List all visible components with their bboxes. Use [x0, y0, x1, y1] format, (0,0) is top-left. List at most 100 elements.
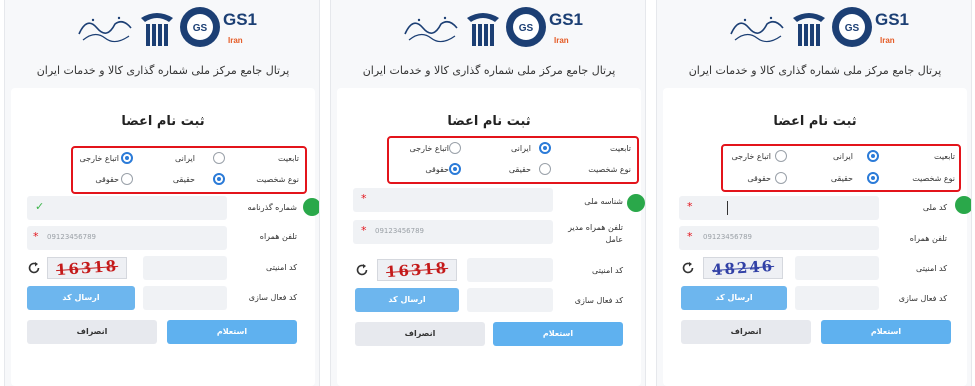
iran-text: Iran — [554, 36, 569, 45]
national-code-input[interactable]: * — [679, 196, 879, 220]
required-star: * — [361, 224, 367, 237]
mobile-placeholder: 09123456789 — [47, 233, 96, 241]
option-foreign-label: اتباع خارجی — [731, 152, 771, 161]
passport-number-input[interactable]: ✓ — [27, 196, 227, 220]
gs1-logo-icon: GS — [506, 7, 546, 47]
registration-panel-national: GS GS1 Iran پرتال جامع مرکز ملی شماره گذ… — [656, 0, 972, 386]
inquiry-button[interactable]: استعلام — [821, 320, 951, 344]
send-code-button[interactable]: ارسال کد — [27, 286, 135, 310]
captcha-image: 16318 — [47, 257, 127, 279]
calligraphy-logo — [404, 16, 458, 43]
refresh-icon[interactable] — [27, 261, 41, 275]
mobile-label: تلفن همراه — [909, 234, 947, 243]
activation-code-input[interactable] — [795, 286, 879, 310]
radio-real[interactable] — [867, 172, 879, 184]
radio-foreign[interactable] — [775, 150, 787, 162]
captcha-text: 48246 — [711, 257, 775, 279]
cancel-button[interactable]: انصراف — [355, 322, 485, 346]
form-title: ثبت نام اعضا — [121, 114, 205, 129]
option-foreign-label: اتباع خارجی — [409, 144, 449, 153]
national-id-input[interactable]: * — [353, 188, 553, 212]
radio-legal[interactable] — [121, 173, 133, 185]
registration-panel-passport: GS GS1 Iran پرتال جامع مرکز ملی شماره گذ… — [4, 0, 320, 386]
required-star: * — [361, 192, 367, 205]
gs1-logo-icon: GS — [180, 7, 220, 47]
svg-text:GS: GS — [193, 23, 208, 34]
step-marker — [627, 194, 645, 212]
radio-real[interactable] — [213, 173, 225, 185]
institute-emblem-icon — [793, 13, 825, 46]
svg-text:GS: GS — [519, 23, 534, 34]
inquiry-button[interactable]: استعلام — [167, 320, 297, 344]
radio-legal[interactable] — [775, 172, 787, 184]
activation-code-label: کد فعال سازی — [248, 293, 297, 302]
required-star: * — [687, 200, 693, 213]
calligraphy-logo — [730, 16, 784, 43]
captcha-text: 16318 — [385, 259, 449, 281]
option-real-label: حقیقی — [508, 165, 531, 174]
passport-number-label: شماره گذرنامه — [247, 203, 297, 212]
option-foreign-label: اتباع خارجی — [79, 154, 119, 163]
mobile-input[interactable]: * 09123456789 — [679, 226, 879, 250]
portal-title: پرتال جامع مرکز ملی شماره گذاری کالا و خ… — [362, 64, 616, 77]
radio-iranian[interactable] — [539, 142, 551, 154]
option-legal-label: حقوقی — [747, 174, 771, 183]
registration-panel-legal: GS GS1 Iran پرتال جامع مرکز ملی شماره گذ… — [330, 0, 646, 386]
option-real-label: حقیقی — [172, 175, 195, 184]
step-marker — [955, 196, 971, 214]
option-iranian-label: ایرانی — [511, 144, 531, 153]
captcha-label: کد امنیتی — [266, 263, 297, 272]
radio-legal[interactable] — [449, 163, 461, 175]
inquiry-button[interactable]: استعلام — [493, 322, 623, 346]
send-code-button[interactable]: ارسال کد — [681, 286, 787, 310]
radio-foreign[interactable] — [449, 142, 461, 154]
option-legal-label: حقوقی — [425, 165, 449, 174]
captcha-input[interactable] — [467, 258, 553, 282]
logo-row: GS GS1 Iran — [727, 6, 910, 52]
option-real-label: حقیقی — [830, 174, 853, 183]
radio-real[interactable] — [539, 163, 551, 175]
manager-mobile-label: تلفن همراه مدیر — [568, 223, 623, 232]
mobile-placeholder: 09123456789 — [703, 233, 752, 241]
required-star: * — [687, 230, 693, 243]
mobile-input[interactable]: * 09123456789 — [27, 226, 227, 250]
activation-code-input[interactable] — [143, 286, 227, 310]
iran-text: Iran — [880, 36, 895, 45]
cancel-button[interactable]: انصراف — [27, 320, 157, 344]
radio-iranian[interactable] — [213, 152, 225, 164]
person-type-label: نوع شخصیت — [256, 175, 299, 184]
captcha-image: 16318 — [377, 259, 457, 281]
person-type-label: نوع شخصیت — [912, 174, 955, 183]
mobile-label: تلفن همراه — [259, 232, 297, 241]
captcha-text: 16318 — [55, 257, 119, 279]
activation-code-input[interactable] — [467, 288, 553, 312]
captcha-input[interactable] — [795, 256, 879, 280]
activation-code-label: کد فعال سازی — [898, 294, 947, 303]
person-type-label: نوع شخصیت — [588, 165, 631, 174]
step-marker — [303, 198, 319, 216]
cancel-button[interactable]: انصراف — [681, 320, 811, 344]
captcha-input[interactable] — [143, 256, 227, 280]
gs1-text: GS1 — [549, 10, 584, 29]
portal-title: پرتال جامع مرکز ملی شماره گذاری کالا و خ… — [688, 64, 942, 77]
iran-text: Iran — [228, 36, 243, 45]
radio-iranian[interactable] — [867, 150, 879, 162]
refresh-icon[interactable] — [355, 263, 369, 277]
svg-text:GS: GS — [845, 23, 860, 34]
calligraphy-logo — [78, 16, 132, 43]
national-code-label: کد ملی — [922, 203, 947, 212]
registration-form-card: ثبت نام اعضا تابعیت نوع شخصیت ایرانی اتب… — [337, 88, 645, 386]
registration-form-card: ثبت نام اعضا تابعیت نوع شخصیت ایرانی اتب… — [11, 88, 319, 386]
manager-mobile-label-line2: عامل — [605, 235, 623, 244]
send-code-button[interactable]: ارسال کد — [355, 288, 459, 312]
option-legal-label: حقوقی — [95, 175, 119, 184]
refresh-icon[interactable] — [681, 261, 695, 275]
radio-foreign[interactable] — [121, 152, 133, 164]
institute-emblem-icon — [141, 13, 173, 46]
mobile-placeholder: 09123456789 — [375, 227, 424, 235]
form-title: ثبت نام اعضا — [447, 114, 531, 129]
nationality-label: تابعیت — [933, 152, 955, 161]
manager-mobile-input[interactable]: * 09123456789 — [353, 220, 553, 244]
gs1-text: GS1 — [875, 10, 910, 29]
captcha-label: کد امنیتی — [592, 266, 623, 275]
